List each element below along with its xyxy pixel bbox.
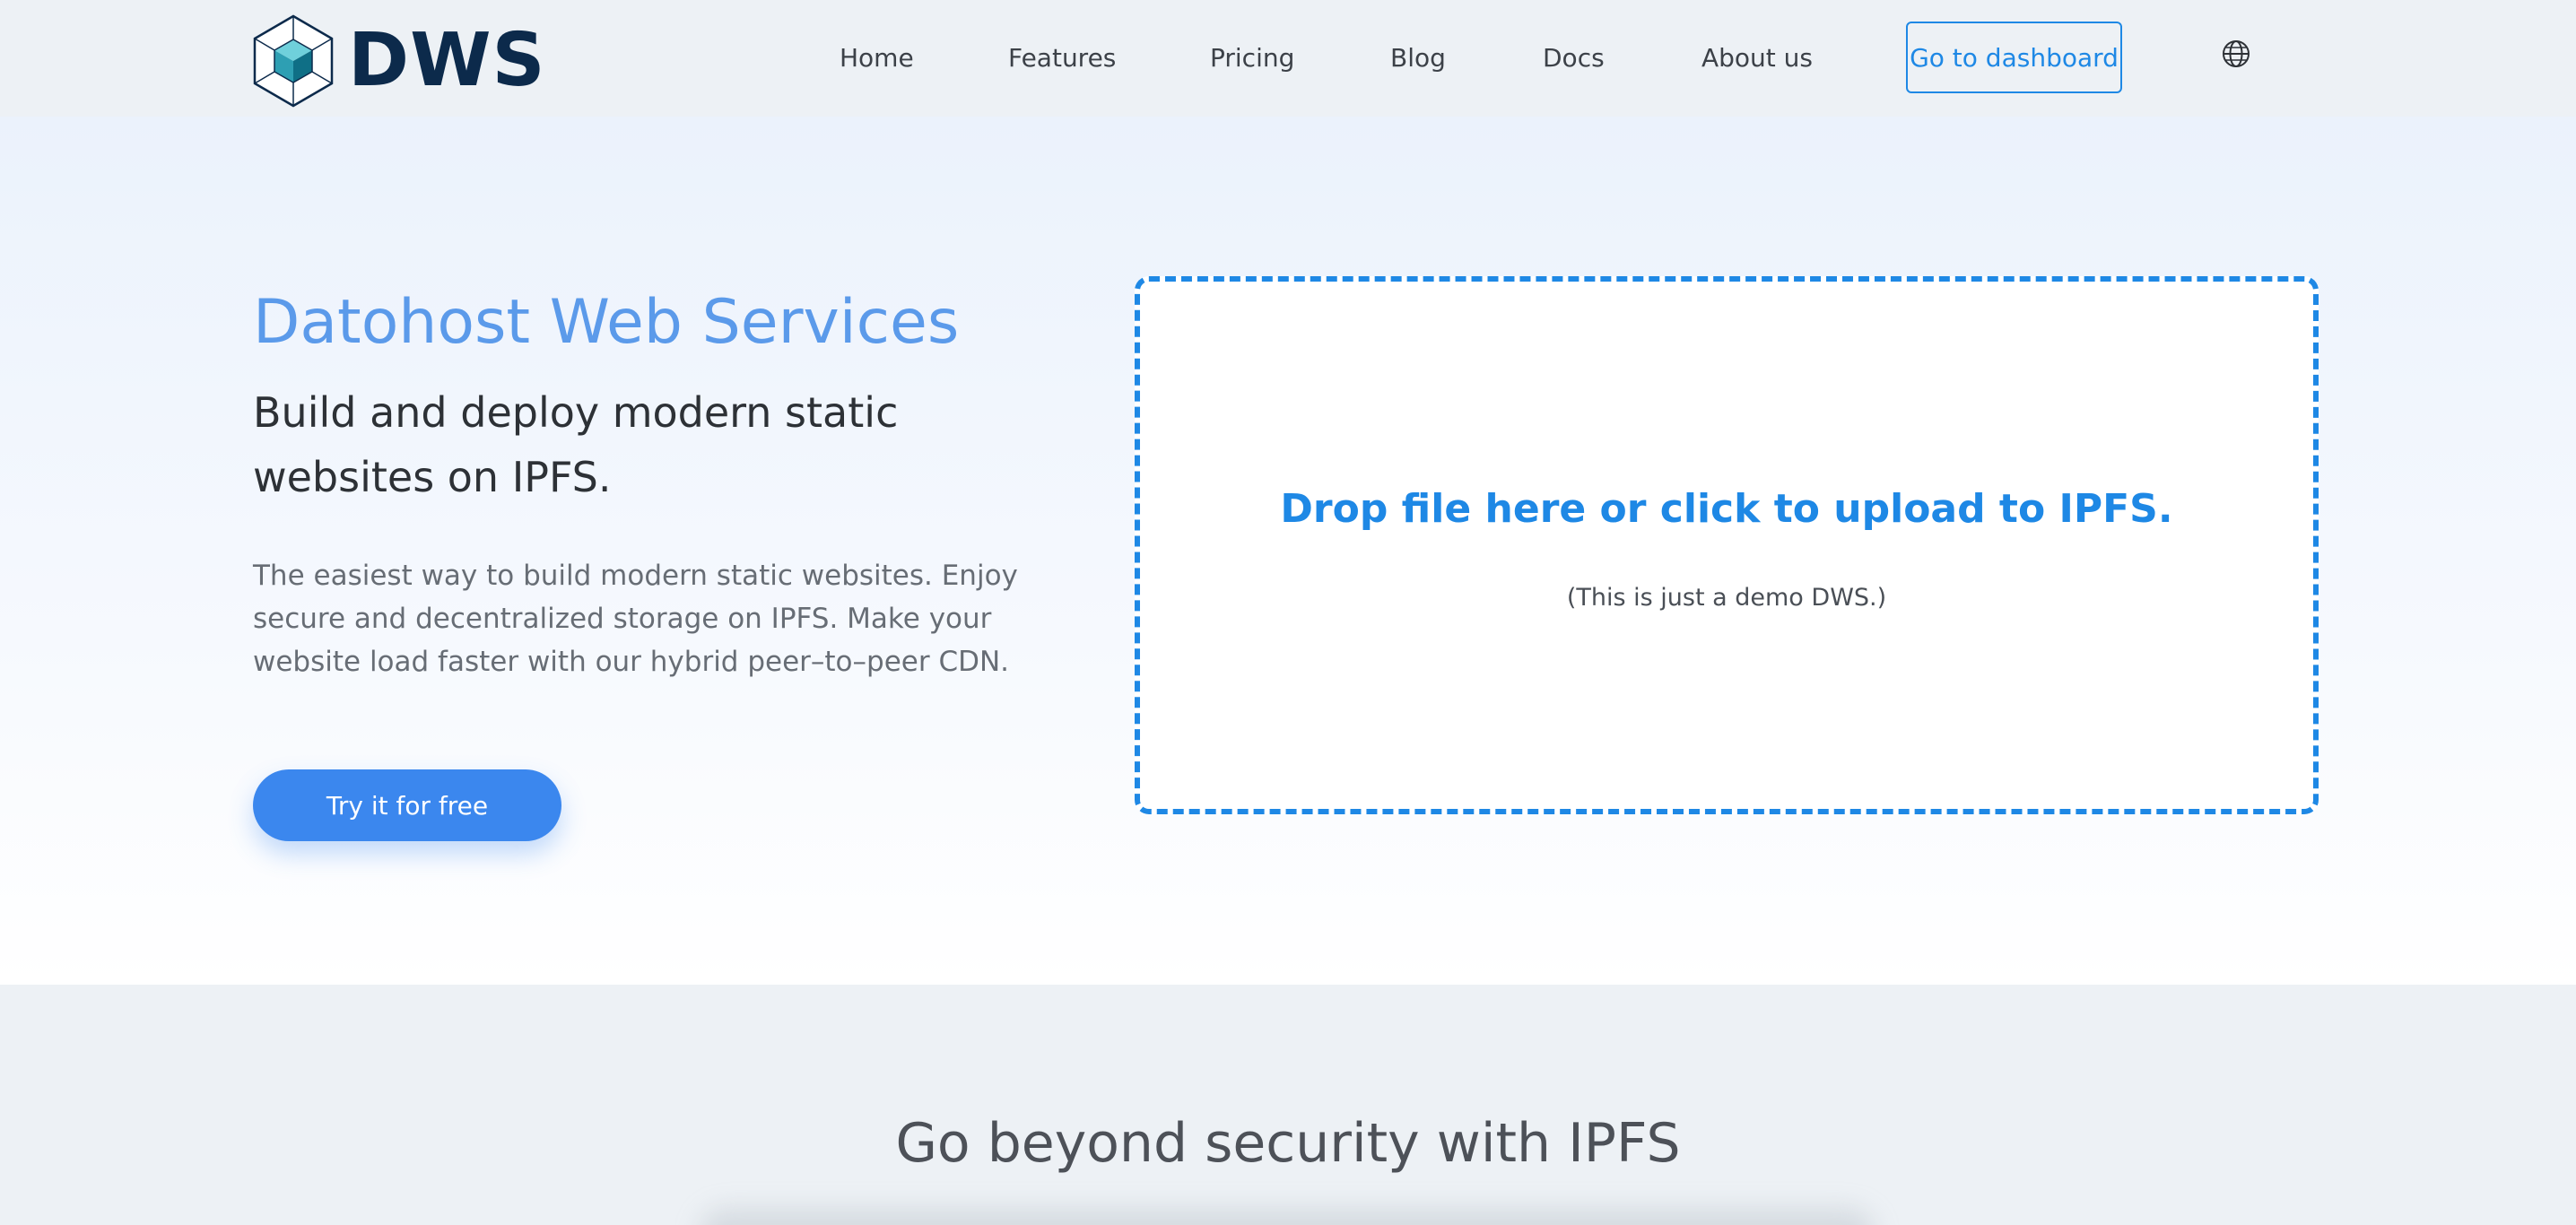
globe-icon[interactable] bbox=[2221, 39, 2251, 69]
nav-home-link[interactable]: Home bbox=[840, 43, 914, 74]
nav-docs-link[interactable]: Docs bbox=[1543, 43, 1605, 74]
nav-pricing-link[interactable]: Pricing bbox=[1210, 43, 1294, 74]
top-navbar: DWS Home Features Pricing Blog Docs Abou… bbox=[0, 0, 2576, 117]
features-section: Go beyond security with IPFS bbox=[0, 985, 2576, 1225]
brand-name: DWS bbox=[348, 18, 546, 103]
nav-blog-link[interactable]: Blog bbox=[1390, 43, 1446, 74]
upload-instruction: Drop file here or click to upload to IPF… bbox=[1280, 486, 2173, 532]
nav-features-link[interactable]: Features bbox=[1008, 43, 1116, 74]
ipfs-upload-dropzone[interactable]: Drop file here or click to upload to IPF… bbox=[1135, 276, 2319, 814]
hero-title: Datohost Web Services bbox=[253, 287, 960, 358]
hero-subtitle: Build and deploy modern static websites … bbox=[253, 388, 899, 501]
brand-logo[interactable]: DWS bbox=[253, 14, 546, 108]
hero-description: The easiest way to build modern static w… bbox=[253, 560, 1018, 678]
go-to-dashboard-button[interactable]: Go to dashboard bbox=[1906, 22, 2122, 93]
section-title: Go beyond security with IPFS bbox=[895, 1112, 1681, 1175]
nav-about-link[interactable]: About us bbox=[1701, 43, 1813, 74]
try-for-free-button[interactable]: Try it for free bbox=[253, 769, 561, 841]
feature-card-shadow bbox=[700, 1209, 1875, 1225]
demo-note: (This is just a demo DWS.) bbox=[1566, 584, 1887, 612]
cube-logo-icon bbox=[253, 14, 334, 108]
